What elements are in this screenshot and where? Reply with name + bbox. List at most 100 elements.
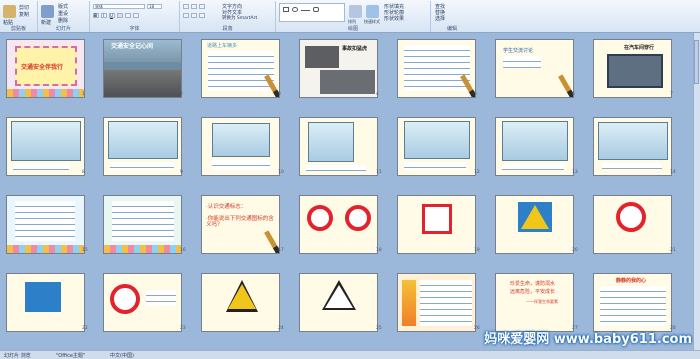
illustration (502, 121, 568, 161)
slide-number: 14 (670, 170, 676, 175)
illustration (108, 121, 178, 159)
crash-photo (320, 70, 375, 94)
slide-thumbnail-16[interactable] (103, 195, 182, 254)
slide-thumbnail-22[interactable] (6, 273, 85, 332)
slide-thumbnail-27[interactable]: 珍爱生命，谨防溺水 远离危险，平安成长 ——伴我生命要素 (495, 273, 574, 332)
slide-thumbnail-13[interactable] (495, 117, 574, 176)
font-size-value: 18 (149, 4, 155, 9)
font-color-icon[interactable] (117, 13, 123, 18)
slide-number: 18 (376, 248, 382, 253)
slide-thumbnail-28[interactable]: 静静的我的心 (593, 273, 672, 332)
slide-thumbnail-11[interactable] (299, 117, 378, 176)
smartart-button[interactable]: 转换为 SmartArt (222, 15, 257, 21)
strikethrough-icon[interactable] (125, 13, 131, 18)
line-shape-icon[interactable] (301, 10, 310, 11)
slide-title: 静静的我的心 (616, 278, 647, 284)
slide-thumbnail-21[interactable] (593, 195, 672, 254)
slide-title: 道路上车辆多 (207, 43, 238, 49)
font-group: 宋体 18 B I U 字体 (90, 1, 180, 32)
slide-thumbnail-1[interactable]: 交通安全伴我行 (6, 39, 85, 98)
align-left-icon[interactable] (183, 13, 189, 18)
slide-title: 学生交流讨论 (503, 48, 534, 54)
slide-thumbnail-19[interactable] (397, 195, 476, 254)
no-left-turn-sign-icon (422, 204, 452, 234)
kids-border (7, 89, 84, 97)
slide-thumbnail-6[interactable]: 学生交流讨论 (495, 39, 574, 98)
bold-button[interactable]: B (93, 13, 99, 18)
paragraph-label: 段落 (222, 26, 233, 32)
slide-title: 交通安全伴我行 (21, 64, 64, 71)
font-name-select[interactable]: 宋体 (93, 4, 145, 9)
vertical-banner (402, 280, 416, 326)
slide-thumbnail-15[interactable] (6, 195, 85, 254)
scrollbar-thumb[interactable] (694, 40, 699, 84)
kids-border (7, 245, 84, 253)
arrange-icon[interactable] (349, 5, 362, 18)
text-lines (503, 56, 541, 68)
slide-number: 17 (278, 248, 284, 253)
rectangle-shape-icon[interactable] (283, 7, 289, 12)
illustration (598, 122, 668, 160)
slide-thumbnail-2[interactable]: 交通安全记心间 (103, 39, 182, 98)
slide-thumbnail-9[interactable] (103, 117, 182, 176)
align-right-icon[interactable] (199, 13, 205, 18)
slide-thumbnail-20[interactable] (495, 195, 574, 254)
align-center-icon[interactable] (191, 13, 197, 18)
new-slide-icon[interactable] (41, 5, 54, 18)
slide-thumbnail-26[interactable] (397, 273, 476, 332)
caption-lines (404, 162, 466, 170)
underline-button[interactable]: U (109, 13, 115, 18)
slide-thumbnail-23[interactable] (103, 273, 182, 332)
shape-effects-button[interactable]: 形状效果 (384, 15, 404, 22)
select-button[interactable]: 选择 (435, 15, 445, 22)
caption-lines (110, 162, 174, 170)
slide-thumbnail-14[interactable] (593, 117, 672, 176)
reset-button[interactable]: 重设 (58, 10, 68, 17)
cut-button[interactable]: 剪切 (19, 4, 29, 11)
slide-thumbnail-24[interactable] (201, 273, 280, 332)
slide-title: 事故扣猛虎 (342, 46, 368, 52)
caption-lines (146, 290, 176, 306)
slide-thumbnail-3[interactable]: 道路上车辆多 (201, 39, 280, 98)
numbering-icon[interactable] (191, 4, 197, 9)
quick-styles-icon[interactable] (366, 5, 379, 18)
slide-number: 7 (670, 92, 673, 97)
slide-thumbnail-17[interactable]: ·认识交通标志： ·你能说出下列交通图标的含义吗？ (201, 195, 280, 254)
editing-group: 查找 替换 选择 编辑 (431, 1, 473, 32)
theme-status: "Office主题" (56, 353, 86, 359)
slide-number: 3 (278, 92, 281, 97)
slide-number: 11 (376, 170, 382, 175)
copy-button[interactable]: 复制 (19, 11, 29, 18)
text-lines (600, 286, 666, 326)
shadow-icon[interactable] (133, 13, 139, 18)
italic-button[interactable]: I (101, 13, 107, 18)
slide-thumbnail-4[interactable]: 事故扣猛虎 (299, 39, 378, 98)
rounded-rect-icon[interactable] (313, 7, 319, 12)
paste-icon[interactable] (3, 5, 16, 18)
kids-border (104, 245, 181, 253)
layout-button[interactable]: 版式 (58, 3, 68, 10)
slide-number: 15 (82, 248, 88, 253)
slide-number: 25 (376, 326, 382, 331)
indent-icon[interactable] (199, 4, 205, 9)
slide-thumbnail-18[interactable] (299, 195, 378, 254)
slide-number: 8 (82, 170, 85, 175)
font-size-select[interactable]: 18 (147, 4, 162, 9)
slide-thumbnail-25[interactable] (299, 273, 378, 332)
shapes-gallery[interactable] (279, 3, 345, 22)
slide-thumbnail-5[interactable] (397, 39, 476, 98)
oval-shape-icon[interactable] (292, 7, 298, 12)
bullets-icon[interactable] (183, 4, 189, 9)
slide-number: 13 (572, 170, 578, 175)
delete-slide-button[interactable]: 删除 (58, 17, 68, 24)
pedestrian-triangle-icon (521, 205, 549, 229)
slide-line-1: 珍爱生命，谨防溺水 (510, 281, 556, 287)
slide-thumbnail-8[interactable] (6, 117, 85, 176)
slide-number: 2 (180, 92, 183, 97)
slide-thumbnail-12[interactable] (397, 117, 476, 176)
slide-thumbnail-7[interactable]: 在汽车间穿行 (593, 39, 672, 98)
slide-thumbnail-10[interactable] (201, 117, 280, 176)
sign-inner (325, 285, 353, 308)
caption-lines (602, 163, 662, 169)
text-lines (404, 45, 470, 91)
